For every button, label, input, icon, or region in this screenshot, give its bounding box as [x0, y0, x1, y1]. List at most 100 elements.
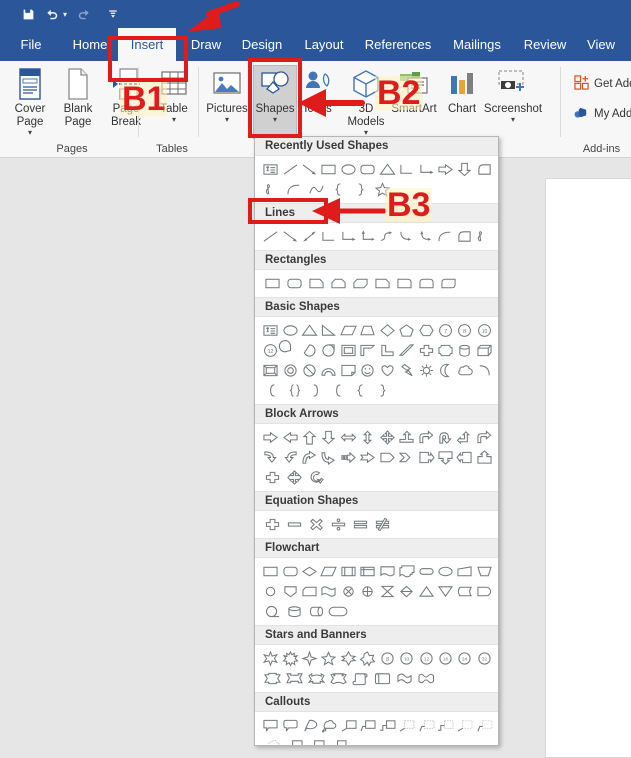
shape-flowchart-merge-icon[interactable]	[436, 581, 455, 601]
shape-circular-arrow-icon[interactable]	[305, 467, 327, 487]
shape-down-arrow-icon[interactable]	[319, 427, 338, 447]
shape-oval-icon[interactable]	[339, 159, 358, 179]
shape-left-bracket-icon[interactable]	[261, 380, 283, 400]
shape-dodecagon-icon[interactable]: 12	[261, 340, 280, 360]
shape-flowchart-collate-icon[interactable]	[378, 581, 397, 601]
shape-right-bracket-pair-icon[interactable]	[305, 380, 327, 400]
shape-hexagon-icon[interactable]	[416, 320, 435, 340]
shape-rounded-rectangle-icon[interactable]	[283, 273, 305, 293]
screenshot-caret-icon[interactable]: ▾	[511, 116, 515, 124]
shape-quad-arrow-icon[interactable]	[378, 427, 397, 447]
shape-trapezoid-icon[interactable]	[358, 320, 377, 340]
shape-parallelogram-icon[interactable]	[339, 320, 358, 340]
save-icon[interactable]	[22, 8, 35, 21]
shape-round-single-corner-icon[interactable]	[393, 273, 415, 293]
get-add-ins-button[interactable]: Get Add-ins	[574, 75, 631, 93]
shape-up-arrow-callout-icon[interactable]	[475, 447, 494, 467]
shape-star-4-point-icon[interactable]	[300, 648, 319, 668]
shape-flowchart-stored-data-icon[interactable]	[455, 581, 474, 601]
shape-elbow-arrow-connector-icon[interactable]	[339, 226, 358, 246]
undo-dropdown-icon[interactable]: ▾	[63, 10, 67, 19]
shape-cloud-callout-2-icon[interactable]	[261, 735, 283, 745]
shape-flowchart-summing-junction-icon[interactable]	[339, 581, 358, 601]
shape-multiply-sign-icon[interactable]	[305, 514, 327, 534]
shape-down-arrow-callout-icon[interactable]	[436, 447, 455, 467]
shape-flowchart-internal-storage-icon[interactable]	[358, 561, 377, 581]
shape-line-callout-3-border-icon[interactable]	[436, 715, 455, 735]
shapes-gallery-dropdown[interactable]: Recently Used Shapes Lines Rectangles Basic…	[254, 136, 499, 746]
shape-flowchart-sort-icon[interactable]	[397, 581, 416, 601]
shape-not-equal-sign-icon[interactable]	[371, 514, 393, 534]
shape-round-same-side-corner-icon[interactable]	[415, 273, 437, 293]
shape-diagonal-stripe-icon[interactable]	[397, 340, 416, 360]
shape-freeform-icon[interactable]	[455, 226, 474, 246]
table-caret-icon[interactable]: ▾	[172, 116, 176, 124]
shape-line-callout-1-border-icon[interactable]	[397, 715, 416, 735]
tab-mailings[interactable]: Mailings	[444, 28, 510, 61]
shape-line-callout-2-no-border-icon[interactable]	[475, 715, 494, 735]
shape-horizontal-scroll-icon[interactable]	[371, 668, 393, 688]
shape-left-arrow-icon[interactable]	[280, 427, 299, 447]
shape-curved-up-ribbon-icon[interactable]	[305, 668, 327, 688]
pictures-button[interactable]: Pictures ▾	[202, 65, 252, 124]
shape-flowchart-punched-tape-icon[interactable]	[319, 581, 338, 601]
shape-bent-arrow-icon[interactable]	[416, 427, 435, 447]
shape-line-callout-2-icon[interactable]	[358, 715, 377, 735]
shape-oval-icon[interactable]	[280, 320, 299, 340]
shape-line-double-arrow-icon[interactable]	[300, 226, 319, 246]
shape-left-bracket-2-icon[interactable]	[327, 380, 349, 400]
shape-heptagon-icon[interactable]: 7	[436, 320, 455, 340]
shape-star-6-point-icon[interactable]	[339, 648, 358, 668]
shape-oval-callout-icon[interactable]	[300, 715, 319, 735]
tab-view[interactable]: View	[578, 28, 624, 61]
shape-line-arrow-icon[interactable]	[280, 226, 299, 246]
shape-no-symbol-icon[interactable]	[300, 360, 319, 380]
shape-scribble-icon[interactable]	[475, 226, 494, 246]
shape-l-shape-icon[interactable]	[378, 340, 397, 360]
shape-flowchart-off-page-connector-icon[interactable]	[280, 581, 299, 601]
shape-flowchart-sequential-access-icon[interactable]	[261, 601, 283, 621]
shape-down-ribbon-icon[interactable]	[283, 668, 305, 688]
shape-left-arrow-callout-icon[interactable]	[455, 447, 474, 467]
shape-rounded-rectangular-callout-icon[interactable]	[280, 715, 299, 735]
shape-down-arrow-icon[interactable]	[455, 159, 474, 179]
shape-left-up-arrow-icon[interactable]	[455, 427, 474, 447]
shape-donut-icon[interactable]	[280, 360, 299, 380]
shape-right-brace-icon[interactable]	[371, 380, 393, 400]
shape-freeform-icon[interactable]	[475, 159, 494, 179]
shape-left-right-arrow-icon[interactable]	[339, 427, 358, 447]
shape-star-4-icon[interactable]	[261, 648, 280, 668]
shape-right-arrow-callout-icon[interactable]	[416, 447, 435, 467]
shape-star-8-point-icon[interactable]: 8	[378, 648, 397, 668]
shape-lightning-bolt-icon[interactable]	[397, 360, 416, 380]
shape-flowchart-direct-access-icon[interactable]	[305, 601, 327, 621]
shape-cube-icon[interactable]	[475, 340, 494, 360]
shape-star-32-point-icon[interactable]: 32	[475, 648, 494, 668]
shape-star-24-point-icon[interactable]: 24	[455, 648, 474, 668]
shape-flowchart-manual-operation-icon[interactable]	[475, 561, 494, 581]
shape-star-10-point-icon[interactable]: 10	[397, 648, 416, 668]
shape-curved-connector-icon[interactable]	[378, 226, 397, 246]
shape-notched-right-arrow-icon[interactable]	[358, 447, 377, 467]
shape-flowchart-magnetic-disk-icon[interactable]	[283, 601, 305, 621]
shape-line-callout-3-icon[interactable]	[378, 715, 397, 735]
shape-flowchart-multidocument-icon[interactable]	[397, 561, 416, 581]
shape-text-box-icon[interactable]	[261, 320, 280, 340]
shape-arc-shape-icon[interactable]	[475, 360, 494, 380]
shape-arc-icon[interactable]	[283, 179, 305, 199]
my-add-ins-button[interactable]: My Add-ins	[574, 105, 631, 123]
redo-icon[interactable]	[77, 8, 91, 21]
shape-curved-down-arrow-icon[interactable]	[319, 447, 338, 467]
shape-chevron-arrow-icon[interactable]	[397, 447, 416, 467]
shape-bent-arrow-2-icon[interactable]	[475, 427, 494, 447]
shape-flowchart-connector-icon[interactable]	[261, 581, 280, 601]
shape-smiley-face-icon[interactable]	[358, 360, 377, 380]
shape-octagon-icon[interactable]: 8	[455, 320, 474, 340]
shape-block-arc-icon[interactable]	[319, 360, 338, 380]
shape-flowchart-terminator-icon[interactable]	[416, 561, 435, 581]
shape-round-diagonal-corner-icon[interactable]	[437, 273, 459, 293]
cover-page-caret-icon[interactable]: ▾	[28, 129, 32, 137]
shape-bent-up-arrow-icon[interactable]	[397, 427, 416, 447]
shape-rectangle-icon[interactable]	[319, 159, 338, 179]
shape-line-callout-2-border-icon[interactable]	[416, 715, 435, 735]
